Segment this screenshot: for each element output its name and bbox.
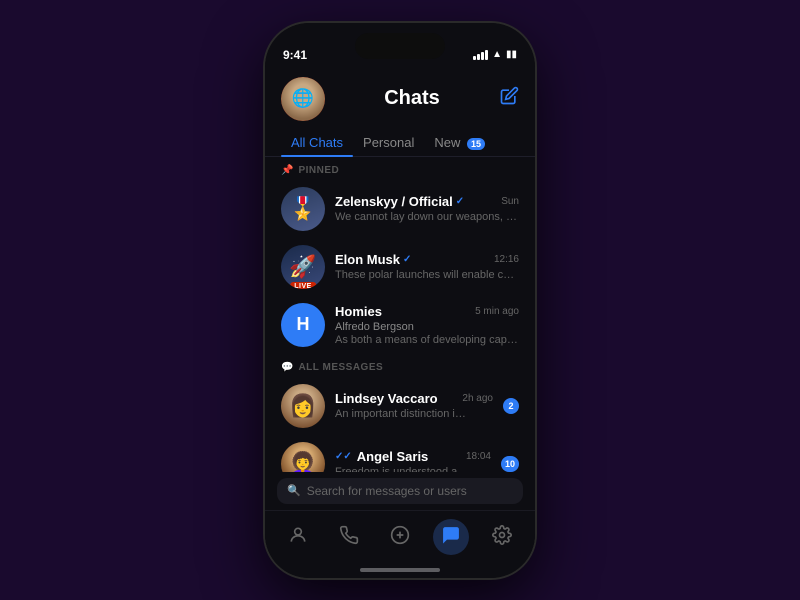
- chat-preview-zelenskyy: We cannot lay down our weapons, because …: [335, 211, 519, 223]
- chat-item-homies[interactable]: H Homies 5 min ago Alfredo Bergson As bo…: [265, 296, 535, 354]
- live-badge: LIVE: [290, 282, 316, 289]
- chat-preview-angel: Freedom is understood as either having t…: [335, 466, 491, 472]
- pinned-section-header: 📌 PINNED: [265, 157, 535, 180]
- compose-button[interactable]: [499, 86, 519, 111]
- avatar-homies: H: [281, 303, 325, 347]
- avatar-elon: 🚀 LIVE: [281, 245, 325, 289]
- chat-list: 📌 PINNED 🎖️ Zelenskyy / Official ✓ Sun: [265, 157, 535, 472]
- chat-preview-elon: These polar launches will enable complet…: [335, 269, 519, 281]
- chat-info-homies: Homies 5 min ago Alfredo Bergson As both…: [335, 304, 519, 346]
- tab-personal[interactable]: Personal: [353, 129, 424, 156]
- tab-new[interactable]: New 15: [424, 129, 495, 156]
- chat-preview-lindsey: An important distinction is to be drawn …: [335, 408, 493, 420]
- avatar-lindsey: 👩: [281, 384, 325, 428]
- chat-time-elon: 12:16: [494, 254, 519, 265]
- chat-time-homies: 5 min ago: [475, 306, 519, 317]
- status-icons: ▲ ▮▮: [473, 49, 517, 60]
- unread-badge-angel: 10: [501, 456, 519, 472]
- wifi-icon: ▲: [492, 49, 502, 60]
- phone-screen: 9:41 ▲ ▮▮ 🌐 Chats: [265, 23, 535, 578]
- search-icon: 🔍: [287, 484, 301, 497]
- avatar-angel: 👩‍🦱: [281, 442, 325, 472]
- chat-info-zelenskyy: Zelenskyy / Official ✓ Sun We cannot lay…: [335, 194, 519, 223]
- nav-calls[interactable]: [331, 519, 367, 555]
- messages-icon: 💬: [281, 362, 293, 373]
- signal-icon: [473, 50, 488, 60]
- chat-preview-homies: As both a means of developing capac...: [335, 334, 519, 346]
- status-time: 9:41: [283, 48, 307, 62]
- chat-time-lindsey: 2h ago: [462, 393, 493, 404]
- chat-name-homies: Homies: [335, 304, 382, 319]
- nav-new-message[interactable]: [382, 519, 418, 555]
- chat-sender-homies: Alfredo Bergson: [335, 321, 519, 333]
- new-badge: 15: [467, 138, 485, 150]
- battery-icon: ▮▮: [506, 49, 517, 60]
- tabs-bar: All Chats Personal New 15: [265, 129, 535, 157]
- chat-info-elon: Elon Musk ✓ 12:16 These polar launches w…: [335, 252, 519, 281]
- header: 🌐 Chats: [265, 73, 535, 129]
- chat-time-zelenskyy: Sun: [501, 196, 519, 207]
- home-bar: [360, 568, 440, 572]
- nav-settings[interactable]: [484, 519, 520, 555]
- nav-contacts[interactable]: [280, 519, 316, 555]
- chat-name-lindsey: Lindsey Vaccaro: [335, 391, 438, 406]
- page-title: Chats: [384, 87, 440, 110]
- search-placeholder: Search for messages or users: [307, 484, 467, 498]
- chat-name-zelenskyy: Zelenskyy / Official ✓: [335, 194, 464, 209]
- phone-icon: [339, 525, 359, 550]
- unread-badge-lindsey: 2: [503, 398, 519, 414]
- verified-icon-zelenskyy: ✓: [456, 196, 464, 207]
- chat-icon: [441, 525, 461, 550]
- tab-all-chats[interactable]: All Chats: [281, 129, 353, 156]
- profile-avatar[interactable]: 🌐: [281, 77, 325, 121]
- chat-item-lindsey[interactable]: 👩 Lindsey Vaccaro 2h ago An important di…: [265, 377, 535, 435]
- avatar-zelenskyy: 🎖️: [281, 187, 325, 231]
- nav-chats[interactable]: [433, 519, 469, 555]
- chat-item-angel[interactable]: 👩‍🦱 ✓✓ Angel Saris 18:04 Freedom is unde…: [265, 435, 535, 472]
- verified-icon-elon: ✓: [403, 254, 411, 265]
- chat-item-zelenskyy[interactable]: 🎖️ Zelenskyy / Official ✓ Sun We cannot …: [265, 180, 535, 238]
- chat-time-angel: 18:04: [466, 451, 491, 462]
- dynamic-island: [355, 33, 445, 59]
- search-bar[interactable]: 🔍 Search for messages or users: [277, 478, 523, 504]
- pin-icon: 📌: [281, 165, 293, 176]
- chat-name-angel: ✓✓ Angel Saris: [335, 449, 428, 464]
- chat-info-lindsey: Lindsey Vaccaro 2h ago An important dist…: [335, 391, 493, 420]
- all-messages-section-header: 💬 ALL MESSAGES: [265, 354, 535, 377]
- chat-item-elon[interactable]: 🚀 LIVE Elon Musk ✓ 12:16 These polar lau…: [265, 238, 535, 296]
- compose-icon: [390, 525, 410, 550]
- chat-name-elon: Elon Musk ✓: [335, 252, 411, 267]
- chat-info-angel: ✓✓ Angel Saris 18:04 Freedom is understo…: [335, 449, 491, 472]
- bottom-nav: [265, 510, 535, 564]
- phone-frame: 9:41 ▲ ▮▮ 🌐 Chats: [265, 23, 535, 578]
- contacts-icon: [288, 525, 308, 550]
- settings-icon: [492, 525, 512, 550]
- double-check-icon: ✓✓: [335, 451, 352, 462]
